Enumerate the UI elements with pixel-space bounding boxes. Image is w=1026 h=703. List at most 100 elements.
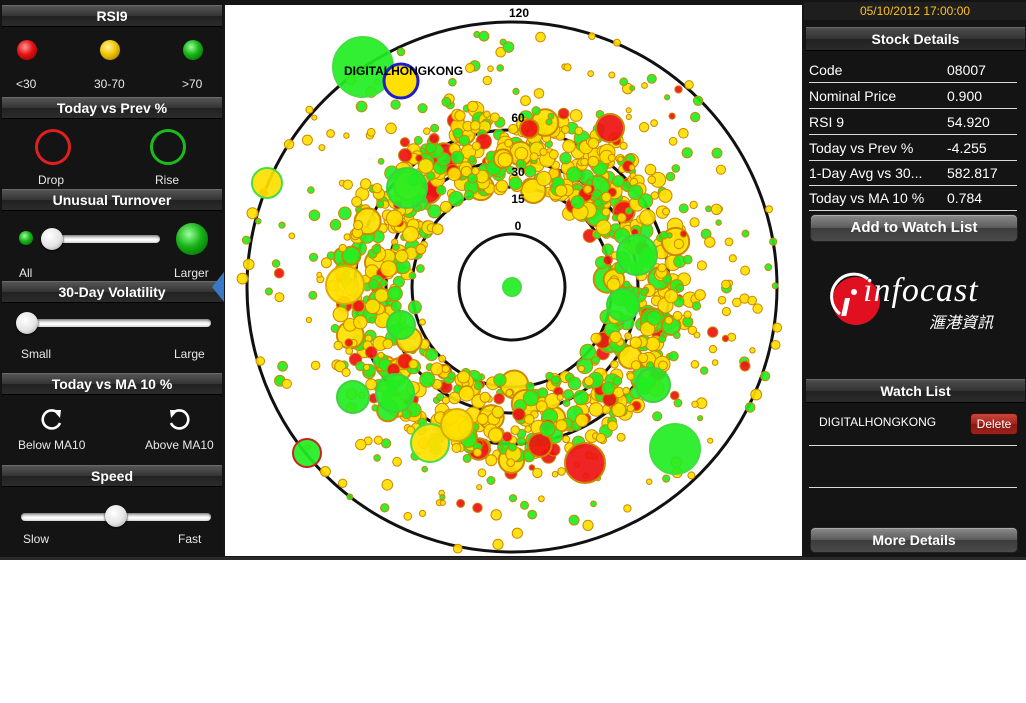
stock-bubble[interactable] — [311, 361, 320, 370]
stock-bubble[interactable] — [694, 332, 700, 338]
stock-bubble[interactable] — [419, 159, 434, 174]
stock-bubble[interactable] — [525, 426, 531, 432]
stock-bubble[interactable] — [468, 101, 478, 111]
stock-bubble[interactable] — [511, 426, 520, 435]
stock-bubble[interactable] — [339, 207, 352, 220]
stock-bubble[interactable] — [589, 33, 596, 40]
speed-slider-handle[interactable] — [105, 505, 127, 527]
stock-bubble[interactable] — [513, 88, 519, 94]
stock-bubble[interactable] — [549, 150, 558, 159]
stock-bubble[interactable] — [669, 113, 675, 119]
stock-bubble[interactable] — [742, 230, 749, 237]
stock-bubble[interactable] — [653, 412, 662, 421]
stock-bubble[interactable] — [308, 187, 315, 194]
stock-bubble[interactable] — [451, 151, 464, 164]
stock-bubble[interactable] — [472, 142, 480, 150]
stock-bubble[interactable] — [645, 164, 656, 175]
stock-bubble[interactable] — [387, 311, 415, 339]
stock-bubble[interactable] — [609, 72, 615, 78]
stock-bubble[interactable] — [691, 112, 700, 121]
stock-bubble[interactable] — [580, 344, 596, 360]
stock-bubble[interactable] — [631, 361, 640, 370]
stock-bubble[interactable] — [528, 510, 537, 519]
stock-bubble[interactable] — [564, 390, 574, 400]
stock-bubble[interactable] — [503, 278, 521, 296]
stock-bubble[interactable] — [497, 65, 504, 72]
stock-bubble[interactable] — [584, 377, 593, 386]
stock-bubble[interactable] — [422, 466, 428, 472]
stock-bubble[interactable] — [708, 438, 713, 443]
stock-bubble[interactable] — [391, 301, 401, 311]
stock-bubble[interactable] — [420, 372, 435, 387]
stock-bubble[interactable] — [603, 256, 612, 265]
stock-bubble[interactable] — [697, 261, 706, 270]
stock-bubble[interactable] — [469, 156, 475, 162]
stock-bubble[interactable] — [685, 81, 693, 89]
stock-bubble[interactable] — [748, 296, 757, 305]
stock-bubble[interactable] — [552, 471, 558, 477]
stock-bubble[interactable] — [660, 231, 668, 239]
stock-bubble[interactable] — [369, 280, 379, 290]
stock-bubble[interactable] — [540, 421, 555, 436]
stock-bubble[interactable] — [569, 515, 579, 525]
stock-bubble[interactable] — [725, 238, 733, 246]
stock-bubble[interactable] — [640, 210, 656, 226]
stock-bubble[interactable] — [568, 377, 581, 390]
stock-bubble[interactable] — [509, 443, 517, 451]
stock-bubble[interactable] — [382, 480, 393, 491]
stock-bubble[interactable] — [669, 352, 678, 361]
stock-bubble[interactable] — [437, 186, 446, 195]
stock-bubble[interactable] — [479, 31, 489, 41]
stock-bubble[interactable] — [539, 496, 545, 502]
stock-bubble[interactable] — [272, 260, 280, 268]
stock-bubble[interactable] — [400, 138, 409, 147]
stock-bubble[interactable] — [484, 111, 490, 117]
stock-bubble[interactable] — [745, 403, 755, 413]
stock-bubble[interactable] — [347, 494, 353, 500]
stock-bubble[interactable] — [331, 324, 339, 332]
stock-radar-plot[interactable]: 120 60 30 15 0 DIGITALHONGKONG — [225, 5, 802, 556]
stock-bubble[interactable] — [387, 168, 427, 208]
stock-bubble[interactable] — [464, 191, 473, 200]
stock-bubble[interactable] — [391, 100, 400, 109]
stock-bubble[interactable] — [613, 376, 622, 385]
stock-bubble[interactable] — [773, 323, 782, 332]
stock-bubble[interactable] — [588, 156, 599, 167]
stock-bubble[interactable] — [740, 361, 750, 371]
stock-bubble[interactable] — [750, 348, 755, 353]
stock-bubble[interactable] — [683, 255, 692, 264]
stock-bubble[interactable] — [306, 317, 311, 322]
stock-bubble[interactable] — [584, 185, 592, 193]
stock-bubble[interactable] — [381, 504, 389, 512]
stock-bubble[interactable] — [459, 386, 474, 401]
stock-bubble[interactable] — [382, 439, 391, 448]
stock-bubble[interactable] — [474, 382, 482, 390]
stock-bubble[interactable] — [711, 204, 721, 214]
stock-bubble[interactable] — [237, 273, 248, 284]
stock-bubble[interactable] — [337, 381, 369, 413]
turnover-slider-handle[interactable] — [41, 228, 63, 250]
stock-bubble[interactable] — [729, 255, 736, 262]
stock-bubble[interactable] — [589, 403, 603, 417]
stock-bubble[interactable] — [513, 408, 525, 420]
stock-bubble[interactable] — [548, 113, 554, 119]
stock-bubble[interactable] — [651, 120, 658, 127]
stock-bubble[interactable] — [533, 468, 542, 477]
stock-bubble[interactable] — [302, 135, 312, 145]
stock-bubble[interactable] — [417, 265, 425, 273]
stock-bubble[interactable] — [399, 149, 412, 162]
stock-bubble[interactable] — [651, 192, 658, 199]
stock-bubble[interactable] — [409, 272, 416, 279]
stock-bubble[interactable] — [282, 379, 291, 388]
stock-bubble[interactable] — [473, 503, 482, 512]
stock-bubble[interactable] — [375, 289, 388, 302]
stock-bubble[interactable] — [682, 148, 692, 158]
stock-bubble[interactable] — [339, 244, 346, 251]
stock-bubble[interactable] — [534, 89, 544, 99]
stock-bubble[interactable] — [424, 128, 431, 135]
stock-bubble[interactable] — [378, 159, 384, 165]
stock-bubble[interactable] — [256, 219, 261, 224]
stock-bubble[interactable] — [558, 468, 566, 476]
stock-bubble[interactable] — [431, 363, 443, 375]
stock-bubble[interactable] — [540, 148, 547, 155]
